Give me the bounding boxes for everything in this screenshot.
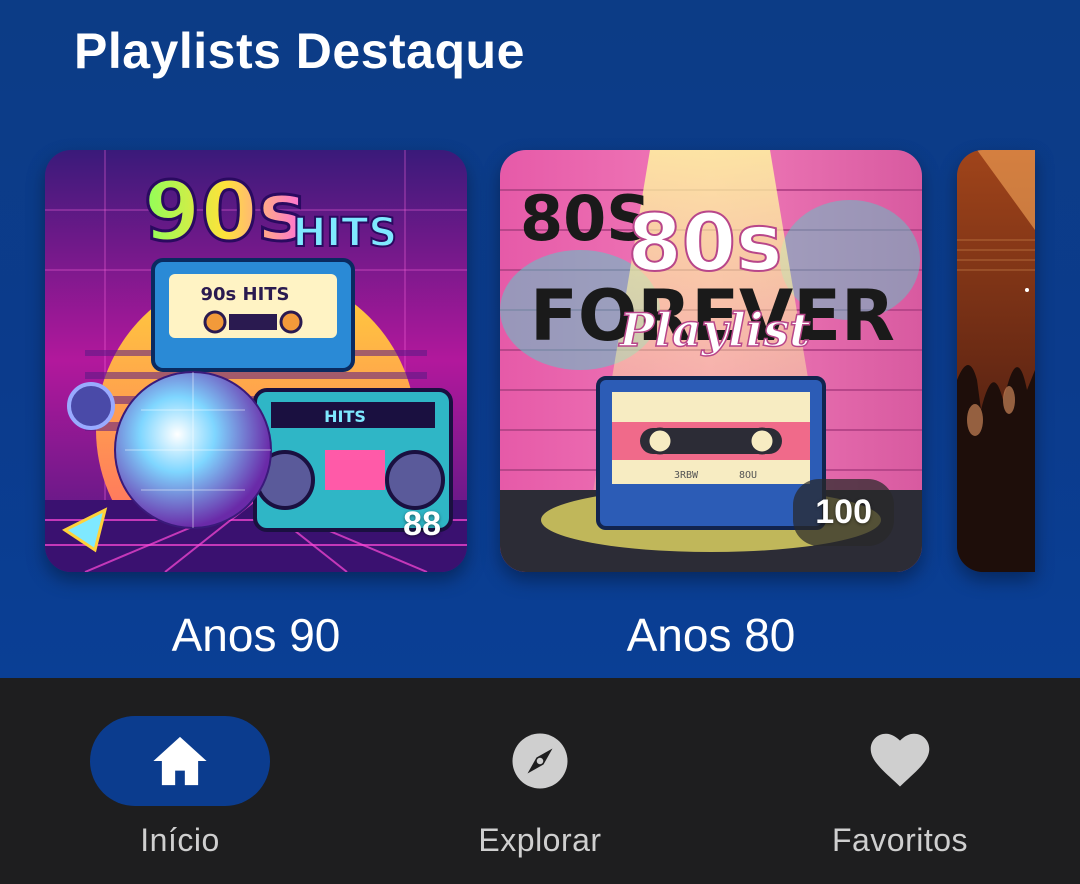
cover-90-main-text: 90s [144, 165, 307, 260]
svg-text:8OU: 8OU [739, 470, 757, 481]
nav-label-inicio: Início [140, 822, 220, 858]
nav-item-explorar[interactable]: Explorar [430, 716, 650, 859]
playlist-carousel[interactable]: 90s HITS 90s HITS HITS 88 Anos 90 80S FO… [0, 150, 1080, 670]
nav-item-inicio[interactable]: Início [70, 716, 290, 859]
compass-icon [512, 733, 568, 789]
playlist-card-anos-90[interactable]: 90s HITS 90s HITS HITS 88 Anos 90 [45, 150, 467, 662]
svg-text:HITS: HITS [324, 407, 366, 426]
cover-90-sub-text: HITS [293, 210, 397, 256]
cassette-tape-illustration: 3RBW 8OU [596, 376, 826, 530]
home-icon [153, 736, 207, 786]
track-count: 100 [793, 479, 894, 546]
cassette-tape-illustration: 90s HITS [151, 258, 355, 372]
nav-label-favoritos: Favoritos [831, 822, 969, 858]
cover-art-concert [957, 150, 1035, 572]
heart-icon [870, 733, 930, 787]
active-indicator [90, 716, 270, 806]
playlist-title[interactable]: Anos 90 [45, 608, 467, 662]
playlist-card-partial[interactable] [957, 150, 1035, 572]
playlist-cover-90s[interactable]: 90s HITS 90s HITS HITS 88 [45, 150, 467, 572]
track-count: 88 [403, 505, 441, 543]
section-title: Playlists Destaque [74, 23, 525, 79]
playlist-card-anos-80[interactable]: 80S FOREVER 80s Playlist 3RBW 8OU 100 An… [500, 150, 922, 662]
home-content: Playlists Destaque 90s HITS 90s HITS HIT… [0, 0, 1080, 678]
nav-label-explorar: Explorar [478, 822, 602, 858]
app-screen: Playlists Destaque 90s HITS 90s HITS HIT… [0, 0, 1080, 884]
playlist-cover-partial[interactable] [957, 150, 1035, 572]
bottom-navigation: Início Explorar Favoritos [0, 678, 1080, 884]
cover-80-sub-text: Playlist [618, 303, 811, 357]
playlist-cover-80s[interactable]: 80S FOREVER 80s Playlist 3RBW 8OU 100 [500, 150, 922, 572]
cover-80-main-text: 80s [628, 199, 783, 289]
playlist-title[interactable]: Anos 80 [500, 608, 922, 662]
svg-text:90s HITS: 90s HITS [200, 284, 289, 305]
svg-text:3RBW: 3RBW [674, 470, 699, 481]
nav-item-favoritos[interactable]: Favoritos [790, 716, 1010, 859]
